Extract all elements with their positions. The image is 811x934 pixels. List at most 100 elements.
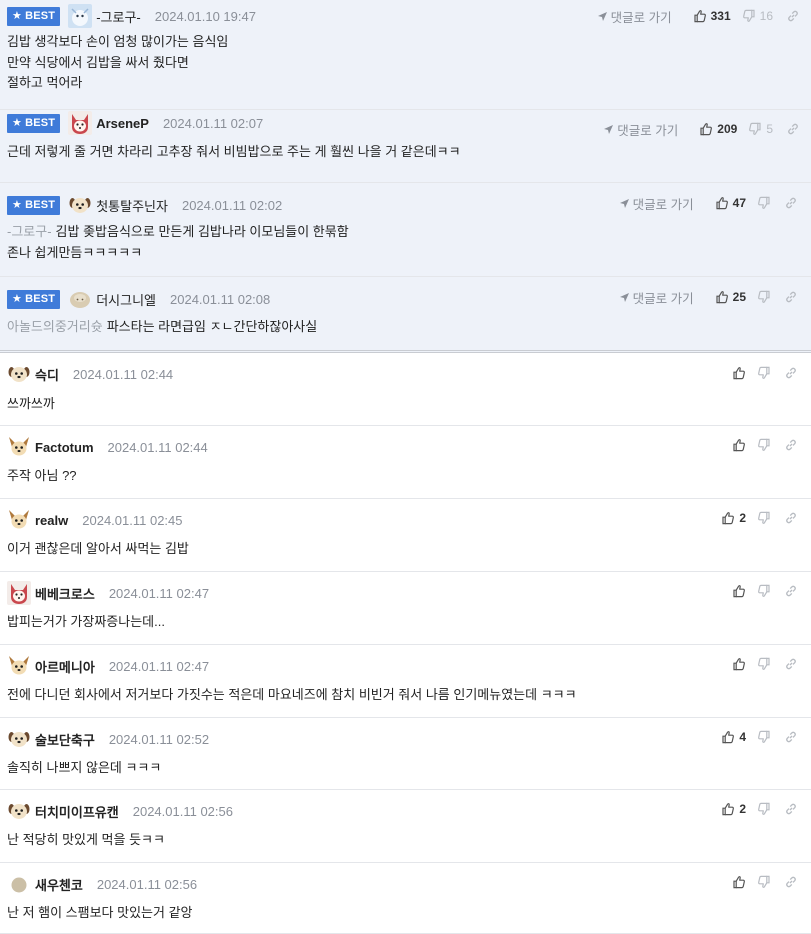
copy-link-button[interactable] <box>784 196 798 210</box>
snow-avatar[interactable] <box>68 4 93 28</box>
circle-avatar[interactable] <box>7 872 31 896</box>
puppy-avatar[interactable] <box>7 362 31 386</box>
copy-link-button[interactable] <box>784 875 798 889</box>
chihuahua-avatar[interactable] <box>7 435 31 459</box>
upvote-button[interactable]: 2 <box>721 802 746 816</box>
thumbs-up-icon <box>721 730 735 744</box>
best-comment: ★ BEST -그로구- 2024.01.10 19:47 김밥 생각보다 손이 엄청 … <box>0 0 811 110</box>
nickname[interactable]: Factotum <box>35 440 94 455</box>
downvote-button[interactable] <box>757 438 771 452</box>
comment-body: 이거 괜찮은데 알아서 싸먹는 김밥 <box>7 539 189 560</box>
downvote-button[interactable] <box>757 730 771 744</box>
puppy-avatar[interactable] <box>7 727 31 751</box>
downvote-button[interactable] <box>757 802 771 816</box>
downvote-button[interactable]: 5 <box>748 122 773 136</box>
copy-link-button[interactable] <box>786 122 800 136</box>
comment-line: 전에 다니던 회사에서 저거보다 가짓수는 적은데 마요네즈에 참치 비빈거 줘… <box>7 685 577 706</box>
beige-avatar[interactable] <box>68 287 92 311</box>
upvote-button[interactable] <box>732 366 746 380</box>
comment: 술보단축구 2024.01.11 02:52 솔직히 나쁘지 않은데 ㅋㅋㅋ 4 <box>0 718 811 790</box>
comment-actions: 2 <box>710 799 798 819</box>
copy-link-button[interactable] <box>784 657 798 671</box>
comment: 새우첸코 2024.01.11 02:56 난 저 햄이 스팸보다 맛있는거 같앙 <box>0 863 811 934</box>
nickname[interactable]: 아르메니아 <box>35 657 95 676</box>
goto-reply-label: 댓글로 가기 <box>617 123 679 138</box>
nickname[interactable]: 술보단축구 <box>35 730 95 749</box>
comment-text: 근데 저렇게 줄 거면 차라리 고추장 줘서 비빔밥으로 주는 게 훨씬 나을 … <box>7 144 461 159</box>
goto-reply-link[interactable]: 댓글로 가기 <box>619 194 694 213</box>
upvote-button[interactable]: 209 <box>699 122 737 136</box>
upvote-button[interactable] <box>732 438 746 452</box>
star-icon: ★ <box>12 292 23 305</box>
shiba-avatar[interactable] <box>7 581 31 605</box>
copy-link-button[interactable] <box>784 584 798 598</box>
chihuahua-avatar[interactable] <box>7 654 31 678</box>
downvote-button[interactable] <box>757 366 771 380</box>
reply-to-nickname[interactable]: -그로구- <box>7 224 52 239</box>
downvote-button[interactable] <box>757 657 771 671</box>
upvote-count: 25 <box>732 290 746 304</box>
comment-text: 주작 아님 ?? <box>7 468 77 483</box>
upvote-button[interactable] <box>732 657 746 671</box>
downvote-button[interactable] <box>757 511 771 525</box>
nickname[interactable]: realw <box>35 513 68 528</box>
upvote-button[interactable]: 47 <box>715 196 746 210</box>
chihuahua-avatar[interactable] <box>7 508 31 532</box>
comment-actions <box>721 654 798 674</box>
best-comment: ★ BEST 더시그니엘 2024.01.11 02:08 아놀드의중거리슛 파스타는 라… <box>0 277 811 353</box>
copy-link-button[interactable] <box>784 730 798 744</box>
downvote-button[interactable] <box>757 875 771 889</box>
nickname[interactable]: 터치미이프유캔 <box>35 802 119 821</box>
puppy-avatar[interactable] <box>7 799 31 823</box>
comment-date: 2024.01.11 02:02 <box>181 197 283 213</box>
comment-header: 새우첸코 2024.01.11 02:56 <box>7 874 197 894</box>
goto-reply-link[interactable]: 댓글로 가기 <box>597 7 672 26</box>
comment-text: 김밥 좆밥음식으로 만든게 김밥나라 이모님들이 한묶함 <box>55 224 349 239</box>
comment-line: 김밥 생각보다 손이 엄청 많이가는 음식임 <box>7 32 228 53</box>
nickname[interactable]: 새우첸코 <box>35 875 83 894</box>
nickname[interactable]: 더시그니엘 <box>96 290 156 309</box>
comment-line: -그로구- 김밥 좆밥음식으로 만든게 김밥나라 이모님들이 한묶함 <box>7 222 349 243</box>
copy-link-button[interactable] <box>784 290 798 304</box>
downvote-button[interactable] <box>757 196 771 210</box>
upvote-button[interactable]: 25 <box>715 290 746 304</box>
nickname[interactable]: 첫통탈주닌자 <box>96 196 168 215</box>
upvote-button[interactable] <box>732 875 746 889</box>
copy-link-button[interactable] <box>784 802 798 816</box>
star-icon: ★ <box>12 116 23 129</box>
link-icon <box>784 290 798 304</box>
upvote-button[interactable]: 4 <box>721 730 746 744</box>
downvote-button[interactable]: 16 <box>742 9 773 23</box>
copy-link-button[interactable] <box>786 9 800 23</box>
comment-line: 존나 쉽게만듬ㅋㅋㅋㅋㅋ <box>7 243 349 264</box>
link-icon <box>784 366 798 380</box>
comment-text: 전에 다니던 회사에서 저거보다 가짓수는 적은데 마요네즈에 참치 비빈거 줘… <box>7 687 577 702</box>
nickname[interactable]: 슥디 <box>35 365 59 384</box>
nickname[interactable]: 베베크로스 <box>35 584 95 603</box>
downvote-button[interactable] <box>757 290 771 304</box>
nickname[interactable]: ArseneP <box>96 116 149 131</box>
comment-header: 아르메니아 2024.01.11 02:47 <box>7 656 209 676</box>
upvote-button[interactable] <box>732 584 746 598</box>
shiba-avatar[interactable] <box>68 111 93 135</box>
upvote-count: 2 <box>739 511 746 525</box>
reply-to-nickname[interactable]: 아놀드의중거리슛 <box>7 319 103 334</box>
upvote-button[interactable]: 2 <box>721 511 746 525</box>
nickname[interactable]: -그로구- <box>96 7 141 26</box>
comment-line: 아놀드의중거리슛 파스타는 라면급임 ㅈㄴ간단하잖아사실 <box>7 317 317 338</box>
goto-reply-link[interactable]: 댓글로 가기 <box>619 288 694 307</box>
comment-text: 난 저 햄이 스팸보다 맛있는거 같앙 <box>7 905 193 920</box>
link-icon <box>784 802 798 816</box>
goto-reply-link[interactable]: 댓글로 가기 <box>603 120 678 139</box>
comment-date: 2024.01.11 02:07 <box>162 115 264 131</box>
upvote-button[interactable]: 331 <box>693 9 731 23</box>
best-badge: ★ BEST <box>7 6 61 26</box>
link-icon <box>784 584 798 598</box>
copy-link-button[interactable] <box>784 511 798 525</box>
downvote-button[interactable] <box>757 584 771 598</box>
copy-link-button[interactable] <box>784 366 798 380</box>
upvote-count: 2 <box>739 802 746 816</box>
comment-header: ★ BEST -그로구- 2024.01.10 19:47 <box>7 4 256 28</box>
puppy-avatar[interactable] <box>68 193 92 217</box>
copy-link-button[interactable] <box>784 438 798 452</box>
